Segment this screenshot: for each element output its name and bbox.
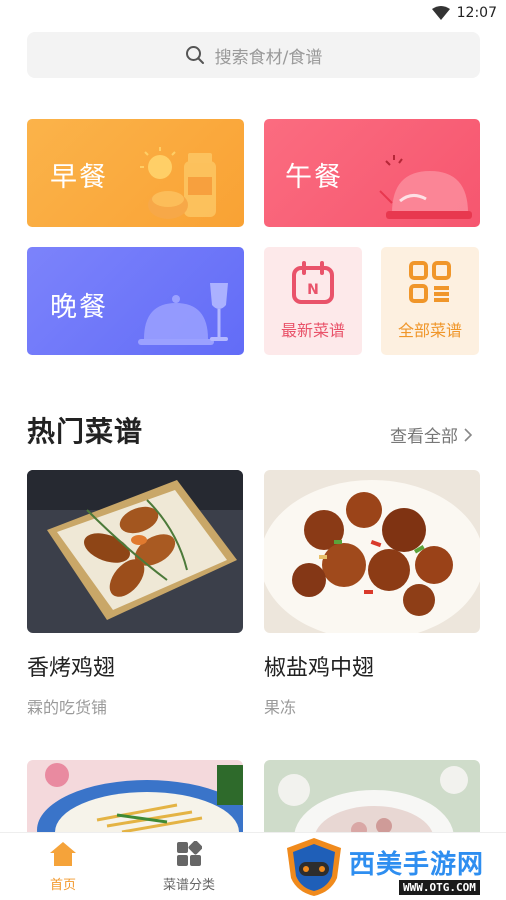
lunch-icon xyxy=(379,155,472,219)
all-recipes-label: 全部菜谱 xyxy=(397,321,462,340)
recipe-image[interactable] xyxy=(27,760,243,840)
see-all-label: 查看全部 xyxy=(390,427,458,447)
recipe-image[interactable] xyxy=(27,470,243,633)
watermark: 西美手游网 WWW.OTG.COM xyxy=(283,836,506,900)
recipe-image[interactable] xyxy=(264,470,480,633)
newest-recipes-label: 最新菜谱 xyxy=(280,321,345,340)
home-icon xyxy=(50,842,76,866)
recipe-title[interactable]: 香烤鸡翅 xyxy=(27,650,115,682)
svg-text:N: N xyxy=(307,282,319,298)
watermark-url: WWW.OTG.COM xyxy=(399,880,480,895)
tab-category[interactable]: 菜谱分类 xyxy=(144,840,234,893)
lunch-card[interactable]: 午餐 xyxy=(264,119,480,227)
watermark-brand: 西美手游网 xyxy=(349,850,485,880)
chevron-right-icon xyxy=(464,427,472,442)
see-all-link[interactable]: 查看全部 xyxy=(390,422,472,447)
recipe-author: 霖的吃货铺 xyxy=(27,698,108,717)
breakfast-card[interactable]: 早餐 xyxy=(27,119,244,227)
newest-recipes-button[interactable]: N 最新菜谱 xyxy=(264,247,362,355)
tab-home-label: 首页 xyxy=(49,878,76,893)
search-placeholder: 搜索食材/食谱 xyxy=(214,47,323,68)
recipe-author: 果冻 xyxy=(264,698,297,717)
grid-icon xyxy=(409,261,451,303)
category-grid-icon xyxy=(177,840,203,866)
all-recipes-button[interactable]: 全部菜谱 xyxy=(381,247,479,355)
search-input[interactable]: 搜索食材/食谱 xyxy=(27,32,480,78)
popular-recipes-title: 热门菜谱 xyxy=(27,415,144,448)
dinner-card[interactable]: 晚餐 xyxy=(27,247,244,355)
breakfast-label: 早餐 xyxy=(50,162,108,193)
calendar-icon: N xyxy=(292,261,334,304)
recipe-image[interactable] xyxy=(264,760,480,840)
tab-category-label: 菜谱分类 xyxy=(162,878,215,893)
search-icon xyxy=(185,46,204,64)
wifi-icon xyxy=(432,6,450,20)
clock: 12:07 xyxy=(456,5,497,21)
dinner-icon xyxy=(138,283,228,345)
lunch-label: 午餐 xyxy=(285,162,343,193)
status-bar: 12:07 xyxy=(0,0,506,28)
tab-home[interactable]: 首页 xyxy=(18,841,108,893)
dinner-label: 晚餐 xyxy=(50,292,108,323)
shield-logo-icon xyxy=(287,838,341,896)
breakfast-icon xyxy=(140,147,216,219)
recipe-title[interactable]: 椒盐鸡中翅 xyxy=(264,650,374,682)
